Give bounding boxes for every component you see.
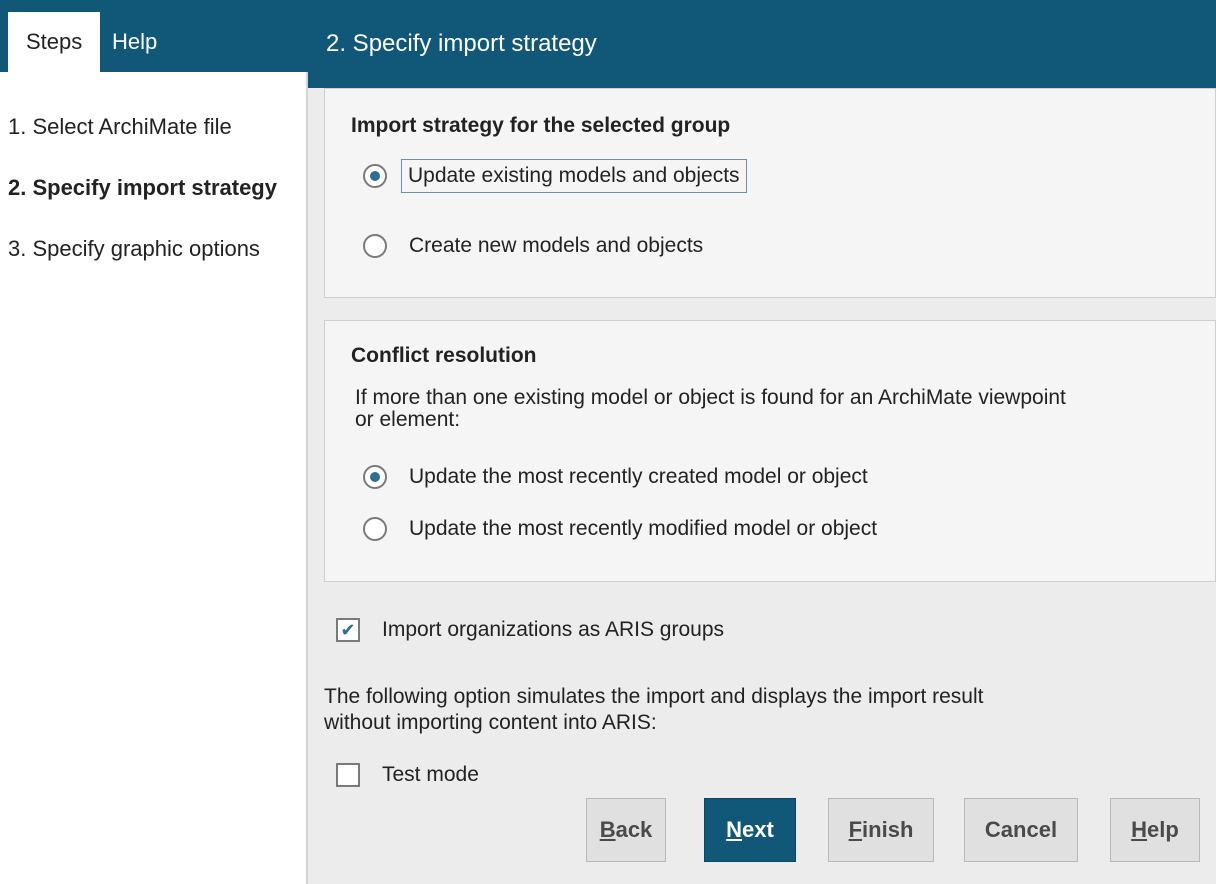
- import-strategy-title: Import strategy for the selected group: [351, 114, 731, 137]
- simulation-description-line2: without importing content into ARIS:: [324, 711, 657, 734]
- option-create-new-label[interactable]: Create new models and objects: [409, 234, 703, 258]
- option-update-existing-label[interactable]: Update existing models and objects: [401, 159, 747, 193]
- radio-most-recently-modified[interactable]: [363, 517, 387, 541]
- conflict-description-line2: or element:: [355, 408, 461, 431]
- option-most-recently-modified[interactable]: Update the most recently modified model …: [363, 509, 877, 549]
- finish-button[interactable]: Finish: [828, 798, 934, 862]
- conflict-resolution-group: Conflict resolution If more than one exi…: [324, 320, 1216, 582]
- option-create-new[interactable]: Create new models and objects: [363, 226, 703, 266]
- import-organizations-label[interactable]: Import organizations as ARIS groups: [382, 618, 724, 642]
- simulation-description-line1: The following option simulates the impor…: [324, 685, 984, 708]
- steps-pane: Steps Help 1. Select ArchiMate file 2. S…: [0, 0, 308, 884]
- step-select-archimate-file[interactable]: 1. Select ArchiMate file: [8, 114, 232, 140]
- test-mode-label[interactable]: Test mode: [382, 763, 479, 787]
- page-title: 2. Specify import strategy: [308, 0, 1216, 88]
- import-organizations-option[interactable]: ✔ Import organizations as ARIS groups: [336, 618, 724, 642]
- back-button[interactable]: Back: [586, 798, 666, 862]
- wizard-content: 2. Specify import strategy Import strate…: [308, 0, 1216, 884]
- step-specify-import-strategy[interactable]: 2. Specify import strategy: [8, 175, 277, 201]
- option-most-recently-modified-label[interactable]: Update the most recently modified model …: [409, 517, 877, 541]
- cancel-button[interactable]: Cancel: [964, 798, 1078, 862]
- tab-help[interactable]: Help: [94, 12, 175, 72]
- simulation-description: The following option simulates the impor…: [324, 684, 984, 736]
- checkmark-icon: ✔: [340, 619, 356, 640]
- option-update-existing[interactable]: Update existing models and objects: [363, 156, 747, 196]
- test-mode-option[interactable]: Test mode: [336, 763, 479, 787]
- conflict-description-line1: If more than one existing model or objec…: [355, 386, 1066, 409]
- conflict-description: If more than one existing model or objec…: [355, 387, 1066, 431]
- import-strategy-group: Import strategy for the selected group U…: [324, 88, 1216, 298]
- tab-steps[interactable]: Steps: [8, 12, 100, 72]
- option-most-recently-created-label[interactable]: Update the most recently created model o…: [409, 465, 868, 489]
- radio-most-recently-created[interactable]: [363, 465, 387, 489]
- option-most-recently-created[interactable]: Update the most recently created model o…: [363, 457, 868, 497]
- import-organizations-checkbox[interactable]: ✔: [336, 618, 360, 642]
- left-tab-bar: Steps Help: [0, 0, 308, 72]
- radio-update-existing[interactable]: [363, 164, 387, 188]
- test-mode-checkbox[interactable]: [336, 763, 360, 787]
- step-specify-graphic-options[interactable]: 3. Specify graphic options: [8, 236, 260, 262]
- help-button[interactable]: Help: [1110, 798, 1200, 862]
- radio-create-new[interactable]: [363, 234, 387, 258]
- next-button[interactable]: Next: [704, 798, 796, 862]
- conflict-resolution-title: Conflict resolution: [351, 344, 537, 367]
